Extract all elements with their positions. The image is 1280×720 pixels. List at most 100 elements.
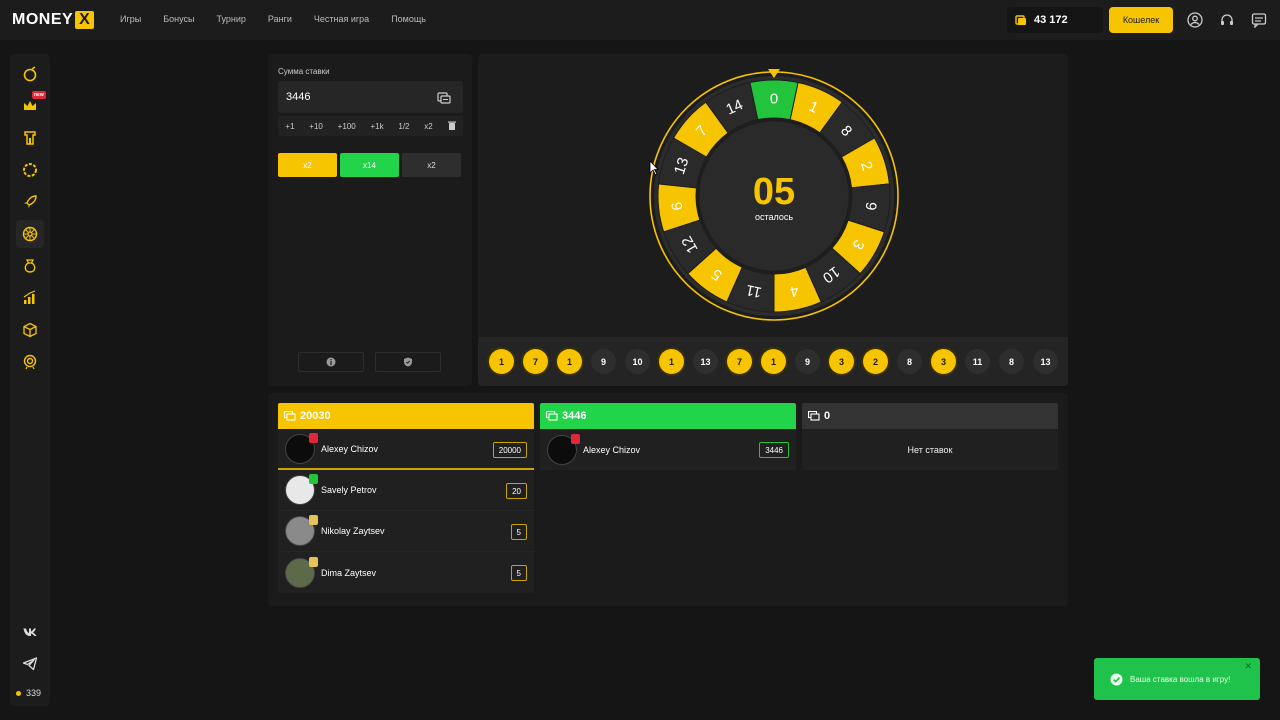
check-circle-icon [1110, 673, 1123, 685]
player-row: Nikolay Zaytsev 5 [278, 511, 534, 552]
vk-icon[interactable] [16, 618, 44, 646]
money-bag-icon[interactable] [16, 252, 44, 280]
player-bet-amount: 5 [510, 524, 527, 540]
ring-icon[interactable] [16, 156, 44, 184]
telegram-icon[interactable] [16, 650, 44, 678]
bet-amount-input[interactable] [278, 81, 463, 113]
player-row: Alexey Chizov 3446 [540, 429, 796, 470]
player-name[interactable]: Nikolay Zaytsev [321, 526, 385, 536]
bets-column-yellow: 20030 Alexey Chizov 20000 Savely Petrov … [278, 403, 534, 593]
wheel-segment-number: 6 [669, 201, 687, 211]
logo-text: MONEY [12, 11, 74, 28]
chat-icon[interactable] [1250, 11, 1268, 29]
new-badge: new [32, 91, 46, 99]
nav-ranks[interactable]: Ранги [268, 14, 292, 24]
bets-total: 3446 [562, 410, 587, 422]
nav-bonuses[interactable]: Бонусы [163, 14, 194, 24]
history-chip: 3 [931, 349, 956, 374]
rank-badge-icon [309, 515, 318, 525]
shield-icon [404, 357, 412, 367]
history-chip: 9 [795, 349, 820, 374]
quick-plus-100[interactable]: +100 [338, 122, 356, 131]
player-row: Savely Petrov 20 [278, 470, 534, 511]
nav-fair-game[interactable]: Честная игра [314, 14, 369, 24]
bets-list: Нет ставок [802, 429, 1058, 470]
history-chip: 8 [897, 349, 922, 374]
avatar[interactable] [285, 432, 318, 464]
info-button[interactable] [298, 352, 364, 372]
history-chip: 7 [727, 349, 752, 374]
player-name[interactable]: Savely Petrov [321, 485, 377, 495]
bet-black-button[interactable]: x2 [402, 153, 461, 177]
quick-plus-10[interactable]: +10 [309, 122, 323, 131]
bets-total: 20030 [300, 410, 331, 422]
target-icon[interactable] [16, 348, 44, 376]
wheel-icon[interactable] [16, 220, 44, 248]
history-chip: 10 [625, 349, 650, 374]
history-chip: 13 [1033, 349, 1058, 374]
countdown-label: осталось [755, 212, 793, 222]
nav-help[interactable]: Помощь [391, 14, 426, 24]
player-row: Dima Zaytsev 5 [278, 552, 534, 593]
tower-icon[interactable] [16, 124, 44, 152]
trash-icon[interactable] [447, 121, 456, 132]
main-nav: Игры Бонусы Турнир Ранги Честная игра По… [120, 14, 448, 24]
quick-plus-1k[interactable]: +1k [370, 122, 383, 131]
online-dot-icon [16, 690, 21, 696]
roulette-wheel: 0 1829310411512613714 05 осталось [649, 69, 899, 321]
crash-icon[interactable] [16, 60, 44, 88]
player-bet-amount: 3446 [759, 442, 789, 458]
player-name[interactable]: Dima Zaytsev [321, 568, 376, 578]
chart-icon[interactable] [16, 284, 44, 312]
support-headset-icon[interactable] [1218, 11, 1236, 29]
rocket-icon[interactable] [16, 188, 44, 216]
success-toast: Ваша ставка вошла в игру! ✕ [1094, 658, 1260, 700]
history-chip: 9 [591, 349, 616, 374]
quick-bet-row: +1 +10 +100 +1k 1/2 x2 [278, 116, 463, 136]
quick-half[interactable]: 1/2 [398, 122, 409, 131]
rank-badge-icon [309, 432, 318, 443]
top-bar: MONEY X Игры Бонусы Турнир Ранги Честная… [0, 0, 1280, 40]
bet-amount-label: Сумма ставки [278, 67, 330, 76]
quick-double[interactable]: x2 [424, 122, 432, 131]
cube-icon[interactable] [16, 316, 44, 344]
player-name[interactable]: Alexey Chizov [321, 444, 378, 454]
mouse-cursor-icon [649, 160, 659, 176]
history-chip: 3 [829, 349, 854, 374]
player-name[interactable]: Alexey Chizov [583, 445, 640, 455]
fair-game-button[interactable] [375, 352, 441, 372]
rank-badge-icon [309, 556, 318, 567]
avatar[interactable] [547, 433, 580, 465]
online-count-value: 339 [26, 688, 42, 698]
wallet-button[interactable]: Кошелек [1109, 7, 1173, 33]
history-chip: 1 [659, 349, 684, 374]
coins-icon [437, 91, 451, 109]
close-icon[interactable]: ✕ [1244, 661, 1252, 672]
bets-column-black: 0 Нет ставок [802, 403, 1058, 470]
coins-icon [284, 411, 296, 421]
rank-badge-icon [309, 474, 318, 484]
bet-green-button[interactable]: x14 [340, 153, 399, 177]
bets-total: 0 [824, 410, 831, 422]
coins-icon [546, 411, 558, 421]
nav-tournament[interactable]: Турнир [216, 14, 245, 24]
avatar[interactable] [285, 556, 318, 588]
user-icon[interactable] [1186, 11, 1204, 29]
bet-yellow-button[interactable]: x2 [278, 153, 337, 177]
wheel-panel: 0 1 8 2 9 3 10 4 11 5 12 6 13 7 14 05 осталось 1 7 1 9 10 1… [478, 54, 1068, 386]
history-chip: 7 [523, 349, 548, 374]
no-bets-label: Нет ставок [907, 444, 953, 455]
bet-panel: Сумма ставки +1 +10 +100 +1k 1/2 x2 x2 x… [268, 54, 472, 386]
sidebar: new 339 [10, 54, 50, 706]
quick-plus-1[interactable]: +1 [285, 122, 294, 131]
history-chip: 13 [693, 349, 718, 374]
avatar[interactable] [285, 515, 318, 546]
rank-badge-icon [571, 433, 580, 444]
logo[interactable]: MONEY X [12, 11, 95, 29]
history-chip: 1 [489, 349, 514, 374]
player-bet-amount: 20 [506, 483, 527, 499]
nav-games[interactable]: Игры [120, 14, 141, 24]
history-chip: 2 [863, 349, 888, 374]
countdown-value: 05 [753, 171, 795, 213]
avatar[interactable] [285, 474, 318, 505]
